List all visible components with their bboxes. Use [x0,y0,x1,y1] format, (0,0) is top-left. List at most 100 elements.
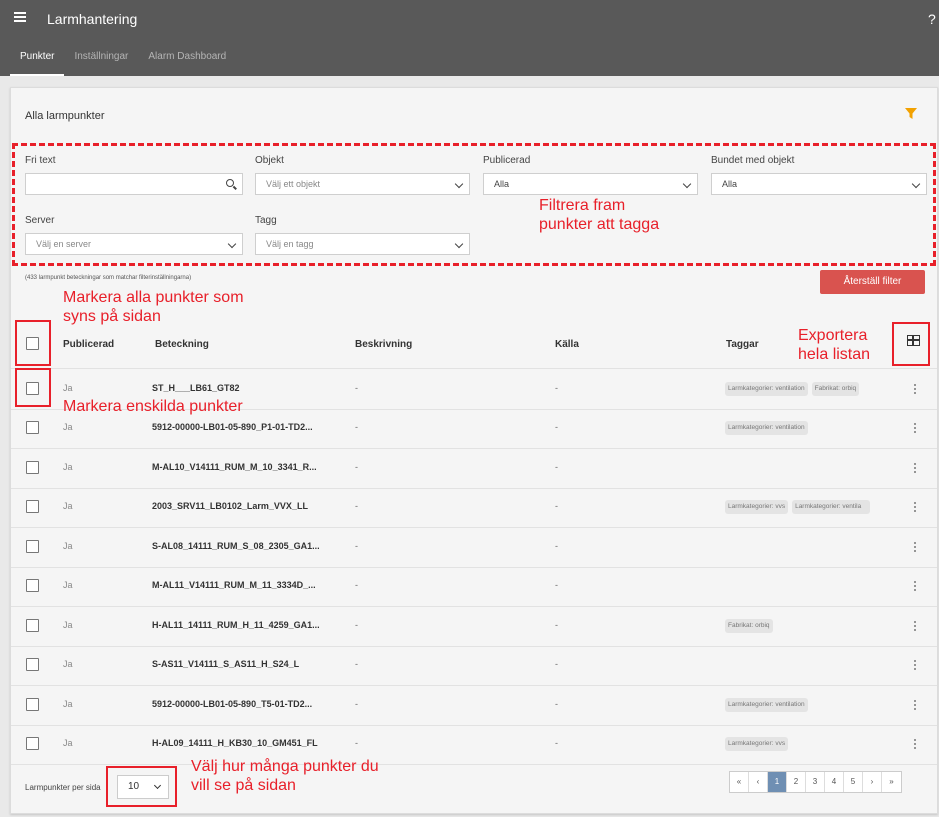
cell-kalla: - [555,540,558,551]
row-checkbox[interactable] [26,579,39,593]
cell-beteckning: M-AL10_V14111_RUM_M_10_3341_R... [152,461,317,472]
cell-beskrivning: - [355,580,358,591]
column-header-publicerad[interactable]: Publicerad [63,339,114,350]
filter-annotation: Filtrera fram punkter att tagga [539,197,660,233]
select-all-annotation-box [15,320,51,366]
cell-beteckning: 5912-00000-LB01-05-890_P1-01-TD2... [152,422,313,433]
cell-publicerad: Ja [63,382,73,393]
column-header-taggar[interactable]: Taggar [726,339,759,350]
row-checkbox[interactable] [26,539,39,553]
export-annotation-box [892,322,930,366]
column-header-kalla[interactable]: Källa [555,339,579,350]
cell-kalla: - [555,461,558,472]
match-count-text: (433 larmpunkt beteckningar som matchar … [25,275,192,281]
per-page-annotation-box [106,766,177,807]
cell-beskrivning: - [355,422,358,433]
tag-chip: Larmkategorier: ventilation [725,421,808,436]
table-row[interactable] [11,646,937,686]
tag-chip: Larmkategorier: vvs [725,737,789,752]
tab-punkter[interactable]: Punkter [10,44,65,76]
row-checkbox[interactable] [26,460,39,474]
more-vert-icon[interactable] [914,541,918,554]
app-title: Larmhantering [47,11,138,27]
cell-beskrivning: - [355,619,358,630]
tab-installningar[interactable]: Inställningar [64,44,138,76]
cell-kalla: - [555,698,558,709]
cell-kalla: - [555,422,558,433]
row-checkbox[interactable] [26,737,39,751]
tab-alarm-dashboard[interactable]: Alarm Dashboard [138,44,236,76]
per-page-label: Larmpunkter per sida [25,783,101,792]
row-divider [11,764,937,765]
cell-kalla: - [555,738,558,749]
page-button[interactable]: » [882,772,901,792]
column-header-beteckning[interactable]: Beteckning [155,339,209,350]
cell-beskrivning: - [355,659,358,670]
cell-publicerad: Ja [63,698,73,709]
page-button[interactable]: 4 [825,772,844,792]
cell-beteckning: H-AL09_14111_H_KB30_10_GM451_FL [152,738,318,749]
table-row[interactable] [11,527,937,567]
card-title: Alla larmpunkter [25,110,105,122]
cell-publicerad: Ja [63,461,73,472]
filter-icon[interactable] [905,108,917,120]
more-vert-icon[interactable] [914,739,918,751]
more-vert-icon[interactable] [914,383,918,396]
tag-chip: Larmkategorier: ventilation [725,381,808,396]
select-all-annotation: Markera alla punkter som syns på sidan [63,289,244,325]
row-checkbox[interactable] [26,421,39,435]
cell-publicerad: Ja [63,659,73,670]
row-checkbox[interactable] [26,658,39,672]
select-single-annotation: Markera enskilda punkter [63,398,243,415]
page-button[interactable]: › [863,772,882,792]
export-annotation: Exportera hela listan [798,327,871,363]
tag-chip: Fabrikat: orbiq [725,618,773,633]
reset-filter-button[interactable]: Återställ filter [820,270,925,294]
cell-beskrivning: - [355,698,358,709]
page-button[interactable]: 3 [806,772,825,792]
page-button[interactable]: 1 [768,772,787,792]
more-vert-icon[interactable] [914,699,918,712]
more-vert-icon[interactable] [914,423,918,435]
table-row[interactable] [11,567,937,607]
more-vert-icon[interactable] [914,620,918,633]
cell-publicerad: Ja [63,580,73,591]
cell-publicerad: Ja [63,501,73,512]
cell-beteckning: H-AL11_14111_RUM_H_11_4259_GA1... [152,619,320,630]
row-checkbox[interactable] [26,618,39,632]
page-button[interactable]: 2 [787,772,806,792]
menu-icon[interactable] [14,12,26,24]
more-vert-icon[interactable] [914,502,918,514]
pagination: «‹ 1 2 3 4 5 ›» [729,771,902,793]
tag-chip: Larmkategorier: ventilation [725,697,808,712]
cell-publicerad: Ja [63,422,73,433]
more-vert-icon[interactable] [914,581,918,593]
more-vert-icon[interactable] [914,462,918,475]
cell-kalla: - [555,619,558,630]
cell-beskrivning: - [355,540,358,551]
cell-beskrivning: - [355,738,358,749]
cell-kalla: - [555,659,558,670]
cell-kalla: - [555,580,558,591]
more-vert-icon[interactable] [914,660,918,672]
table-row[interactable] [11,725,937,765]
filter-annotation-box [12,143,936,266]
cell-beteckning: S-AS11_V14111_S_AS11_H_S24_L [152,659,300,670]
row-checkbox[interactable] [26,697,39,711]
help-icon[interactable]: ? [928,11,936,27]
table-row[interactable] [11,448,937,488]
tab-bar: Punkter Inställningar Alarm Dashboard [0,44,236,76]
page-button[interactable]: 5 [844,772,863,792]
cell-beteckning: M-AL11_V14111_RUM_M_11_3334D_... [152,580,316,591]
column-header-beskrivning[interactable]: Beskrivning [355,339,412,350]
cell-publicerad: Ja [63,738,73,749]
row-checkbox[interactable] [26,500,39,514]
cell-kalla: - [555,501,558,512]
per-page-annotation: Välj hur många punkter du vill se på sida… [191,758,379,794]
page-button[interactable]: ‹ [749,772,768,792]
tag-chip: Fabrikat: orbiq [811,381,860,396]
cell-beteckning: ST_H___LB61_GT82 [152,382,240,393]
page-button[interactable]: « [730,772,749,792]
app-bar: Larmhantering ? Punkter Inställningar Al… [0,0,939,76]
table-row[interactable] [11,606,937,646]
